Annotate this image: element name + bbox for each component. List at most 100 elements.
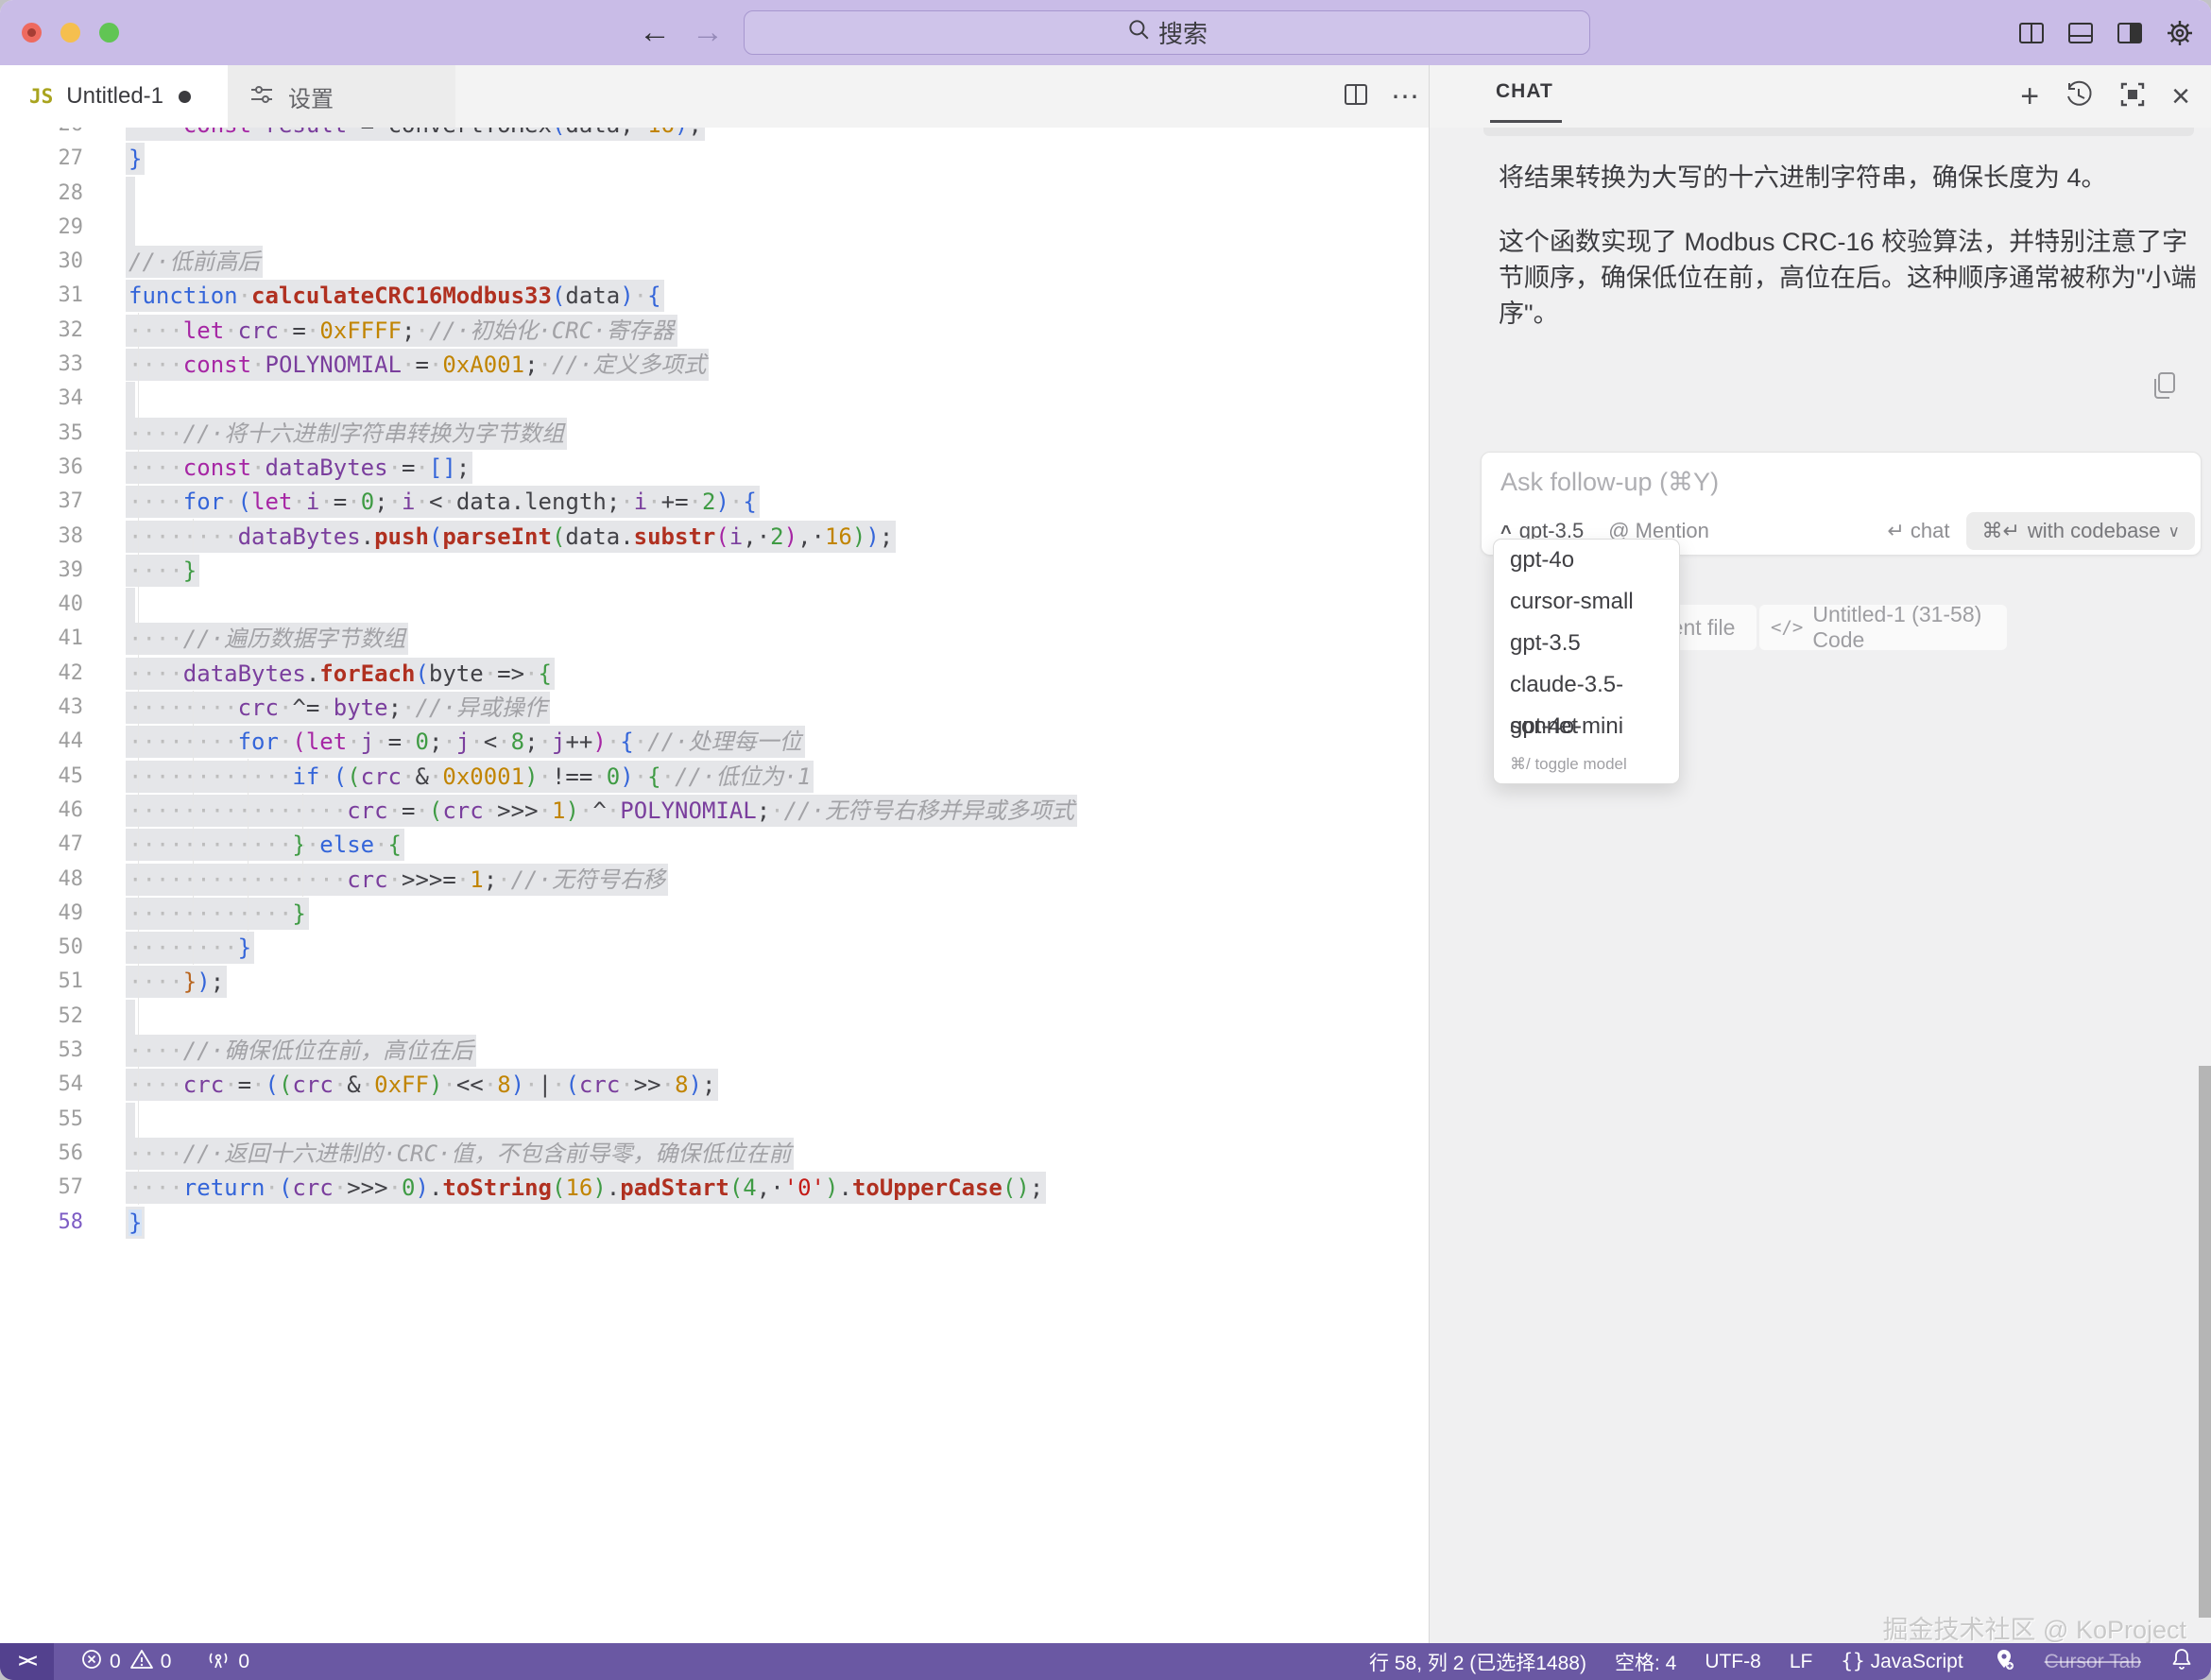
followup-placeholder: Ask follow-up (⌘Y) — [1500, 468, 1719, 497]
problems-errors[interactable]: 0 — [80, 1648, 121, 1676]
more-actions-icon[interactable]: ⋯ — [1391, 80, 1421, 113]
line-number: 54 — [0, 1068, 83, 1102]
code-line[interactable]: 55 — [0, 1103, 1429, 1137]
new-chat-icon[interactable]: + — [2020, 82, 2039, 111]
code-line[interactable]: 44········for·(let·j·=·0;·j·<·8;·j++)·{·… — [0, 725, 1429, 759]
code-line[interactable]: 54····crc·=·((crc·&·0xFF)·<<·8)·|·(crc·>… — [0, 1068, 1429, 1102]
code-editor[interactable]: 26····const·result·=·convertToHex(data,·… — [0, 128, 1429, 1643]
modified-dot-icon[interactable] — [179, 91, 191, 103]
chat-scrollbar[interactable] — [2199, 1066, 2211, 1618]
split-editor-icon[interactable] — [1342, 80, 1370, 113]
line-number: 49 — [0, 897, 83, 931]
remote-indicator[interactable]: >< — [0, 1643, 54, 1680]
tab-label: Untitled-1 — [66, 83, 163, 110]
code-line[interactable]: 49············} — [0, 897, 1429, 931]
code-line[interactable]: 45············if·((crc·&·0x0001)·!==·0)·… — [0, 760, 1429, 794]
line-number: 39 — [0, 554, 83, 588]
cursor-tab-toggle[interactable]: Cursor Tab — [2045, 1651, 2141, 1673]
code-line[interactable]: 29 — [0, 211, 1429, 245]
maximize-icon[interactable] — [2118, 80, 2147, 113]
layout-sidebar-right-icon[interactable] — [2114, 17, 2146, 49]
code-line[interactable]: 26····const·result·=·convertToHex(data,·… — [0, 128, 1429, 142]
tab-chat[interactable]: CHAT — [1496, 80, 1553, 103]
search-input[interactable]: 搜索 — [744, 10, 1590, 55]
back-button[interactable]: ← — [639, 13, 671, 51]
code-line[interactable]: 42····dataBytes.forEach(byte·=>·{ — [0, 657, 1429, 691]
status-bar: >< 0 0 0 行 58, 列 2 (已选择1488) 空格: 4 UTF-8… — [0, 1643, 2211, 1680]
layout-panel-icon[interactable] — [2065, 17, 2097, 49]
layout-columns-icon[interactable] — [2015, 17, 2048, 49]
tab-settings[interactable]: 设置 — [228, 65, 455, 128]
code-line[interactable]: 46················crc·=·(crc·>>>·1)·^·PO… — [0, 794, 1429, 828]
history-icon[interactable] — [2064, 79, 2094, 114]
code-line[interactable]: 33····const·POLYNOMIAL·=·0xA001;·//·定义多项… — [0, 348, 1429, 382]
code-line[interactable]: 35····//·将十六进制字符串转换为字节数组 — [0, 417, 1429, 451]
language-status-pen-icon[interactable] — [1992, 1647, 2016, 1677]
chat-submit-button[interactable]: ↵ chat — [1887, 519, 1949, 543]
model-option-gpt-4o[interactable]: gpt-4o — [1494, 540, 1679, 581]
code-line[interactable]: 31function·calculateCRC16Modbus33(data)·… — [0, 279, 1429, 313]
line-number: 34 — [0, 382, 83, 416]
code-line[interactable]: 41····//·遍历数据字节数组 — [0, 622, 1429, 656]
chevron-down-icon: ∨ — [2168, 523, 2180, 541]
code-line[interactable]: 57····return·(crc·>>>·0).toString(16).pa… — [0, 1171, 1429, 1205]
forward-button[interactable]: → — [692, 13, 724, 51]
message-paragraph: 这个函数实现了 Modbus CRC-16 校验算法，并特别注意了字节顺序，确保… — [1499, 224, 2205, 332]
close-panel-icon[interactable]: × — [2171, 82, 2190, 111]
title-bar: ← → 搜索 — [0, 0, 2211, 65]
tab-label: 设置 — [288, 80, 334, 113]
model-option-gpt-4o-mini[interactable]: gpt-4o-mini — [1494, 706, 1679, 747]
code-line[interactable]: 30//·低前高后 — [0, 245, 1429, 279]
language-mode[interactable]: {}JavaScript — [1841, 1650, 1962, 1673]
code-line[interactable]: 58} — [0, 1206, 1429, 1240]
code-line[interactable]: 32····let·crc·=·0xFFFF;·//·初始化·CRC·寄存器 — [0, 314, 1429, 348]
line-number: 33 — [0, 348, 83, 382]
notifications-bell-icon[interactable] — [2169, 1647, 2194, 1677]
line-number: 46 — [0, 794, 83, 828]
code-line[interactable]: 52 — [0, 1000, 1429, 1034]
minimize-window-button[interactable] — [60, 23, 80, 43]
model-dropdown: gpt-4ocursor-smallgpt-3.5claude-3.5-sonn… — [1493, 539, 1680, 784]
indentation[interactable]: 空格: 4 — [1615, 1648, 1676, 1676]
settings-gear-icon[interactable] — [2163, 16, 2197, 50]
line-number: 30 — [0, 245, 83, 279]
copy-message-button[interactable] — [2151, 370, 2179, 401]
problems-warnings[interactable]: 0 — [129, 1648, 172, 1676]
code-line[interactable]: 28 — [0, 177, 1429, 211]
code-line[interactable]: 27} — [0, 142, 1429, 176]
braces-icon: {} — [1841, 1650, 1864, 1672]
code-line[interactable]: 34 — [0, 382, 1429, 416]
code-line[interactable]: 40 — [0, 588, 1429, 622]
code-line[interactable]: 43········crc·^=·byte;·//·异或操作 — [0, 691, 1429, 725]
line-number: 43 — [0, 691, 83, 725]
eol-sequence[interactable]: LF — [1790, 1651, 1813, 1673]
cursor-position[interactable]: 行 58, 列 2 (已选择1488) — [1369, 1648, 1586, 1676]
line-number: 48 — [0, 863, 83, 897]
active-tab-underline — [1490, 120, 1562, 123]
zoom-window-button[interactable] — [99, 23, 119, 43]
close-window-button[interactable] — [22, 23, 42, 43]
code-line[interactable]: 39····} — [0, 554, 1429, 588]
model-option-cursor-small[interactable]: cursor-small — [1494, 581, 1679, 623]
line-number: 53 — [0, 1034, 83, 1068]
code-line[interactable]: 51····}); — [0, 965, 1429, 999]
model-option-claude-3.5-sonnet[interactable]: claude-3.5-sonnet — [1494, 664, 1679, 706]
code-line[interactable]: 37····for·(let·i·=·0;·i·<·data.length;·i… — [0, 485, 1429, 519]
code-line[interactable]: 50········} — [0, 931, 1429, 965]
line-number: 45 — [0, 760, 83, 794]
line-number: 51 — [0, 965, 83, 999]
forwarded-ports[interactable]: 0 — [205, 1648, 249, 1676]
context-chip-code-selection[interactable]: </> Untitled-1 (31-58) Code — [1759, 605, 2007, 650]
code-line[interactable]: 56····//·返回十六进制的·CRC·值，不包含前导零，确保低位在前 — [0, 1137, 1429, 1171]
code-line[interactable]: 47············}·else·{ — [0, 828, 1429, 862]
line-number: 31 — [0, 279, 83, 313]
code-line[interactable]: 53····//·确保低位在前，高位在后 — [0, 1034, 1429, 1068]
tab-untitled-1[interactable]: JS Untitled-1 — [0, 65, 228, 128]
encoding[interactable]: UTF-8 — [1705, 1651, 1761, 1673]
code-line[interactable]: 38········dataBytes.push(parseInt(data.s… — [0, 520, 1429, 554]
model-option-gpt-3.5[interactable]: gpt-3.5 — [1494, 623, 1679, 664]
code-line[interactable]: 48················crc·>>>=·1;·//·无符号右移 — [0, 863, 1429, 897]
with-codebase-button[interactable]: ⌘↵ with codebase ∨ — [1966, 512, 2195, 550]
search-icon — [1126, 17, 1151, 48]
code-line[interactable]: 36····const·dataBytes·=·[]; — [0, 451, 1429, 485]
